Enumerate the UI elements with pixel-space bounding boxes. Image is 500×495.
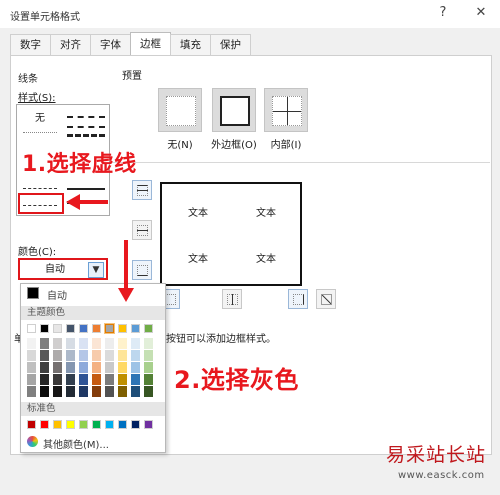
step2-annotation: 2.选择灰色	[174, 366, 299, 394]
watermark-name: 易采站长站	[386, 444, 487, 466]
watermark-url: www.easck.com	[398, 470, 485, 481]
step1-annotation: 1.选择虚线	[22, 152, 137, 177]
arrow-head-icon	[118, 288, 134, 302]
annotation-overlay	[66, 194, 134, 302]
site-watermark: 易采站长站 www.easck.com	[378, 436, 500, 495]
arrow-head-icon	[66, 194, 80, 210]
format-cells-dialog: 设置单元格格式 ? ✕ 数字 对齐 字体 边框 填充 保护 线条 样式(S): …	[0, 0, 500, 495]
